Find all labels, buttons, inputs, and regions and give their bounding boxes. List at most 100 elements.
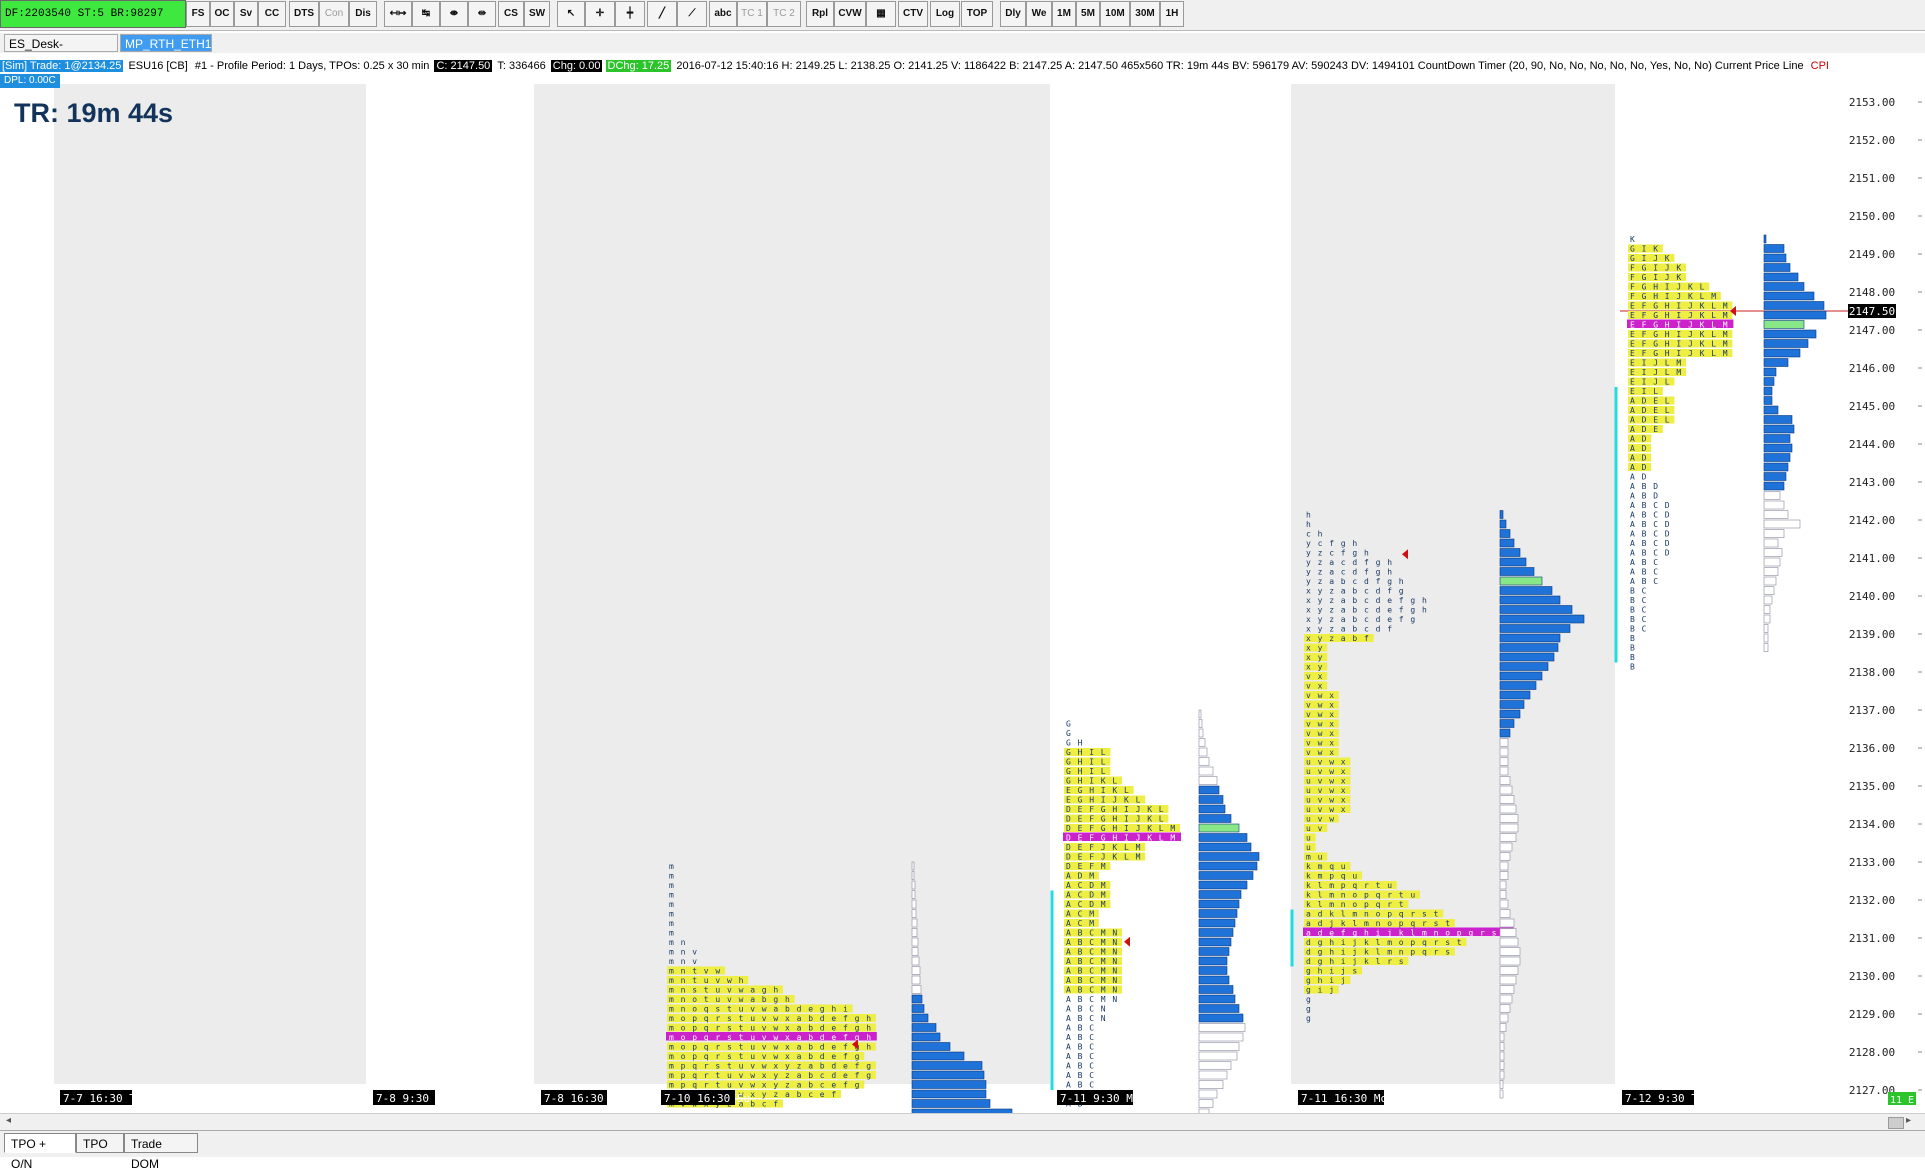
volume-bar-1: [1198, 757, 1210, 766]
tpo-letter: A: [1630, 501, 1635, 510]
toolbar-button-26[interactable]: TOP: [961, 1, 993, 27]
chart-tab-1[interactable]: MP_RTH_ETH1: [120, 34, 212, 52]
tpo-letter: p: [692, 1033, 697, 1042]
tpo-letter: A: [1630, 454, 1635, 463]
toolbar-button-4[interactable]: DTS: [289, 1, 319, 27]
tpo-letter: e: [843, 1071, 848, 1080]
tpo-letter: C: [1089, 1081, 1094, 1090]
volume-bar-1: [1198, 738, 1206, 747]
volume-bar-3: [1763, 557, 1781, 567]
tpo-letter: m: [1387, 938, 1392, 947]
tpo-letter: M: [1676, 368, 1681, 377]
toolbar-button-20[interactable]: TC 2: [767, 1, 801, 27]
toolbar-button-32[interactable]: 30M: [1130, 1, 1160, 27]
tpo-letter: D: [1665, 549, 1670, 558]
tpo-letter: e: [831, 1052, 836, 1061]
toolbar-button-2[interactable]: Sv: [234, 1, 258, 27]
tpo-letter: v: [1306, 682, 1311, 691]
toolbar-button-21[interactable]: Rpl: [806, 1, 834, 27]
volume-bar-0: [911, 947, 919, 956]
tpo-letter: d: [1318, 929, 1323, 938]
toolbar-button-13[interactable]: ↖: [557, 1, 585, 27]
tpo-letter: L: [1700, 283, 1705, 292]
toolbar-button-12[interactable]: SW: [524, 1, 550, 27]
tpo-letter: A: [1630, 539, 1635, 548]
toolbar-button-17[interactable]: ⟋: [677, 1, 707, 27]
chart-tab-0[interactable]: ES_Desk-Top_RTH1: [4, 34, 118, 69]
toolbar-button-31[interactable]: 10M: [1100, 1, 1130, 27]
tpo-letter: H: [1112, 805, 1117, 814]
tpo-letter: G: [1101, 834, 1106, 843]
toolbar-button-6[interactable]: Dis: [349, 1, 377, 27]
toolbar-button-33[interactable]: 1H: [1160, 1, 1184, 27]
toolbar-button-18[interactable]: abc: [709, 1, 737, 27]
toolbar-button-15[interactable]: ┿: [615, 1, 645, 27]
tpo-letter: m: [669, 862, 674, 871]
toolbar-button-7[interactable]: ↤↦: [384, 1, 412, 27]
volume-bar-1: [1198, 956, 1228, 966]
bottom-tab-1[interactable]: TPO: [76, 1133, 124, 1153]
toolbar-button-24[interactable]: CTV: [898, 1, 928, 27]
toolbar-button-1[interactable]: OC: [210, 1, 234, 27]
tpo-letter: x: [1318, 682, 1323, 691]
toolbar-button-25[interactable]: Log: [930, 1, 960, 27]
toolbar-button-29[interactable]: 1M: [1052, 1, 1076, 27]
time-remaining-label: TR: 19m 44s: [14, 98, 174, 128]
price-label: 2139.00: [1849, 628, 1895, 641]
toolbar-button-30[interactable]: 5M: [1076, 1, 1100, 27]
volume-bar-2: [1499, 852, 1511, 861]
toolbar-button-23[interactable]: ▦: [866, 1, 896, 27]
toolbar-button-10[interactable]: ⇹: [468, 1, 496, 27]
tpo-letter: w: [762, 1062, 767, 1071]
tpo-letter: o: [681, 1052, 686, 1061]
scroll-left-icon[interactable]: ◂: [6, 1115, 11, 1126]
toolbar-button-28[interactable]: We: [1026, 1, 1052, 27]
bottom-tab-2[interactable]: Trade DOM: [124, 1133, 198, 1171]
toolbar-button-11[interactable]: CS: [498, 1, 524, 27]
tpo-letter: g: [1376, 568, 1381, 577]
tpo-letter: u: [739, 1062, 744, 1071]
tpo-letter: v: [1318, 805, 1323, 814]
tpo-letter: q: [1410, 919, 1415, 928]
toolbar-button-16[interactable]: ╱: [647, 1, 677, 27]
tpo-letter: u: [739, 1005, 744, 1014]
tpo-letter: J: [1101, 843, 1106, 852]
tpo-letter: A: [1630, 511, 1635, 520]
toolbar-button-0[interactable]: FS: [186, 1, 210, 27]
tpo-letter: A: [1630, 435, 1635, 444]
tpo-letter: m: [669, 1052, 674, 1061]
volume-bar-3: [1763, 348, 1801, 358]
volume-bar-2: [1499, 947, 1521, 956]
toolbar-button-9[interactable]: ⇼: [440, 1, 468, 27]
tpo-letter: d: [1376, 615, 1381, 624]
horizontal-scrollbar[interactable]: ◂ ▸: [0, 1113, 1925, 1130]
tpo-letter: s: [727, 1043, 732, 1052]
tpo-letter: h: [1364, 929, 1369, 938]
tpo-letter: N: [1112, 948, 1117, 957]
toolbar-button-5[interactable]: Con: [319, 1, 349, 27]
tpo-letter: G: [1078, 796, 1083, 805]
toolbar-button-19[interactable]: TC 1: [737, 1, 767, 27]
volume-bar-2: [1499, 899, 1509, 909]
tpo-letter: s: [1492, 929, 1497, 938]
tpo-letter: h: [1306, 520, 1311, 529]
tpo-letter: C: [1642, 615, 1647, 624]
toolbar-button-14[interactable]: ✛: [585, 1, 615, 27]
tpo-letter: o: [1352, 900, 1357, 909]
tpo-letter: A: [1066, 1081, 1071, 1090]
tpo-letter: e: [1387, 615, 1392, 624]
scroll-thumb[interactable]: [1888, 1117, 1904, 1129]
toolbar-button-27[interactable]: Dly: [1000, 1, 1026, 27]
tpo-letter: x: [1329, 748, 1334, 757]
tpo-letter: h: [739, 976, 744, 985]
tpo-letter: y: [785, 1062, 790, 1071]
toolbar-button-8[interactable]: ↹: [412, 1, 440, 27]
tpo-letter: y: [1306, 568, 1311, 577]
toolbar-button-3[interactable]: CC: [258, 1, 286, 27]
tpo-letter: n: [681, 948, 686, 957]
tpo-letter: o: [681, 1043, 686, 1052]
bottom-tab-0[interactable]: TPO + O/N: [4, 1133, 76, 1171]
tpo-letter: m: [669, 1005, 674, 1014]
scroll-right-icon[interactable]: ▸: [1906, 1115, 1911, 1126]
toolbar-button-22[interactable]: CVW: [834, 1, 866, 27]
